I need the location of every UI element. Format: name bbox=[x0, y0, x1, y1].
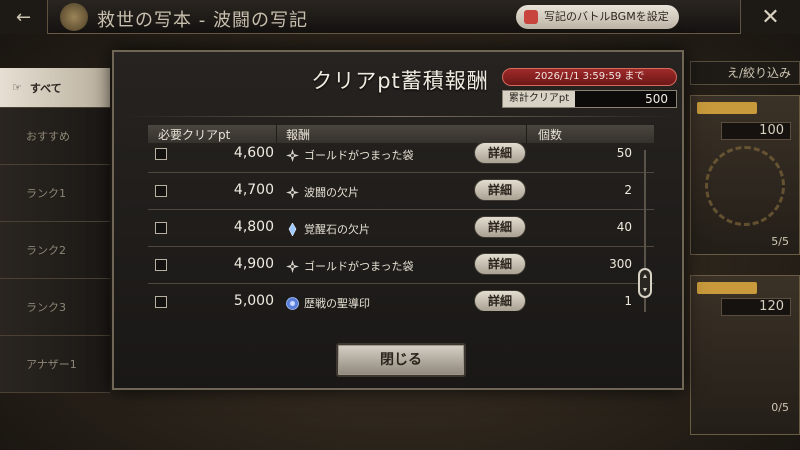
required-points: 4,700 bbox=[233, 182, 274, 198]
card-tag bbox=[697, 282, 757, 294]
sidebar-item-rank3[interactable]: ランク3 bbox=[0, 279, 110, 336]
sidebar-item-all[interactable]: ☞ すべて bbox=[0, 68, 110, 108]
reward-quantity: 2 bbox=[624, 183, 632, 197]
divider bbox=[124, 116, 676, 117]
sidebar-item-label: ランク1 bbox=[26, 187, 66, 200]
detail-button[interactable]: 詳細 bbox=[474, 253, 526, 275]
crystal-icon bbox=[286, 221, 299, 237]
sparkle-icon bbox=[286, 258, 299, 273]
sidebar-item-another1[interactable]: アナザー1 bbox=[0, 336, 110, 393]
reward-quantity: 1 bbox=[624, 294, 632, 308]
emblem-icon bbox=[60, 3, 88, 31]
row-checkbox[interactable] bbox=[155, 185, 167, 197]
close-icon: ✕ bbox=[761, 4, 780, 30]
card-progress: 5/5 bbox=[771, 235, 789, 248]
reward-name: 波闘の欠片 bbox=[304, 186, 359, 199]
sidebar-item-label: アナザー1 bbox=[26, 358, 77, 371]
sidebar-item-label: ランク2 bbox=[26, 244, 66, 257]
table-row: 4,600 ゴールドがつまった袋 詳細 50 bbox=[148, 136, 654, 173]
required-points: 4,800 bbox=[233, 219, 274, 235]
card-tag bbox=[697, 102, 757, 114]
close-screen-button[interactable]: ✕ bbox=[740, 0, 800, 34]
sidebar: ☞ すべて おすすめ ランク1 ランク2 ランク3 アナザー1 bbox=[0, 68, 110, 450]
reward-table: 必要クリアpt 報酬 個数 4,600 ゴールドがつまった袋 詳細 50 4,700 波闘… bbox=[148, 125, 654, 311]
reward-modal: クリアpt蓄積報酬 2026/1/1 3:59:59 まで 累計クリアpt 50… bbox=[112, 50, 684, 390]
table-row: 4,700 波闘の欠片 詳細 2 bbox=[148, 173, 654, 210]
table-row: 4,900 ゴールドがつまった袋 詳細 300 bbox=[148, 247, 654, 284]
table-row: 5,000 歴戦の聖導印 詳細 1 bbox=[148, 284, 654, 311]
sort-filter-button[interactable]: え/絞り込み bbox=[690, 61, 800, 85]
quest-card[interactable]: 100 5/5 bbox=[690, 95, 800, 255]
row-checkbox[interactable] bbox=[155, 296, 167, 308]
reward-name: 歴戦の聖導印 bbox=[304, 297, 370, 310]
reward-quantity: 40 bbox=[616, 220, 632, 234]
quest-card[interactable]: 120 0/5 bbox=[690, 275, 800, 435]
bgm-setting-label: 写記のバトルBGMを設定 bbox=[544, 10, 669, 23]
reward-name: 覚醒石の欠片 bbox=[304, 223, 370, 236]
row-checkbox[interactable] bbox=[155, 148, 167, 160]
sparkle-icon bbox=[286, 147, 299, 162]
total-points-box: 累計クリアpt 500 bbox=[502, 90, 677, 108]
required-points: 4,600 bbox=[233, 145, 274, 161]
row-checkbox[interactable] bbox=[155, 259, 167, 271]
required-points: 4,900 bbox=[233, 256, 274, 272]
card-value: 120 bbox=[721, 298, 791, 316]
sidebar-item-label: ランク3 bbox=[26, 301, 66, 314]
total-points-label: 累計クリアpt bbox=[503, 91, 575, 107]
seal-gem-icon bbox=[286, 295, 299, 310]
table-row: 4,800 覚醒石の欠片 詳細 40 bbox=[148, 210, 654, 247]
arrow-left-icon: ← bbox=[15, 6, 32, 28]
sidebar-item-rank2[interactable]: ランク2 bbox=[0, 222, 110, 279]
bgm-setting-button[interactable]: 写記のバトルBGMを設定 bbox=[516, 5, 679, 29]
music-icon bbox=[524, 10, 538, 24]
sparkle-icon bbox=[286, 184, 299, 199]
row-checkbox[interactable] bbox=[155, 222, 167, 234]
detail-button[interactable]: 詳細 bbox=[474, 290, 526, 311]
sidebar-item-rank1[interactable]: ランク1 bbox=[0, 165, 110, 222]
complete-stamp-icon bbox=[705, 146, 785, 226]
card-progress: 0/5 bbox=[771, 401, 789, 414]
reward-quantity: 50 bbox=[616, 146, 632, 160]
required-points: 5,000 bbox=[233, 293, 274, 309]
pointer-hand-icon: ☞ bbox=[12, 81, 22, 94]
page-title: 救世の写本 - 波闘の写記 bbox=[97, 10, 308, 31]
sidebar-item-label: おすすめ bbox=[26, 130, 70, 143]
sidebar-item-recommended[interactable]: おすすめ bbox=[0, 108, 110, 165]
reward-quantity: 300 bbox=[609, 257, 632, 271]
scroll-handle[interactable] bbox=[638, 268, 652, 298]
sidebar-item-label: すべて bbox=[29, 81, 62, 95]
card-value: 100 bbox=[721, 122, 791, 140]
reward-name: ゴールドがつまった袋 bbox=[304, 149, 414, 162]
top-bar: ← 救世の写本 - 波闘の写記 写記のバトルBGMを設定 ✕ bbox=[0, 0, 800, 34]
background-right-panel: え/絞り込み 100 5/5 120 0/5 bbox=[690, 55, 800, 450]
close-button[interactable]: 閉じる bbox=[336, 343, 466, 377]
detail-button[interactable]: 詳細 bbox=[474, 216, 526, 238]
total-points-value: 500 bbox=[645, 92, 668, 106]
detail-button[interactable]: 詳細 bbox=[474, 142, 526, 164]
reward-name: ゴールドがつまった袋 bbox=[304, 260, 414, 273]
back-button[interactable]: ← bbox=[0, 0, 48, 34]
deadline-badge: 2026/1/1 3:59:59 まで bbox=[502, 68, 677, 86]
detail-button[interactable]: 詳細 bbox=[474, 179, 526, 201]
